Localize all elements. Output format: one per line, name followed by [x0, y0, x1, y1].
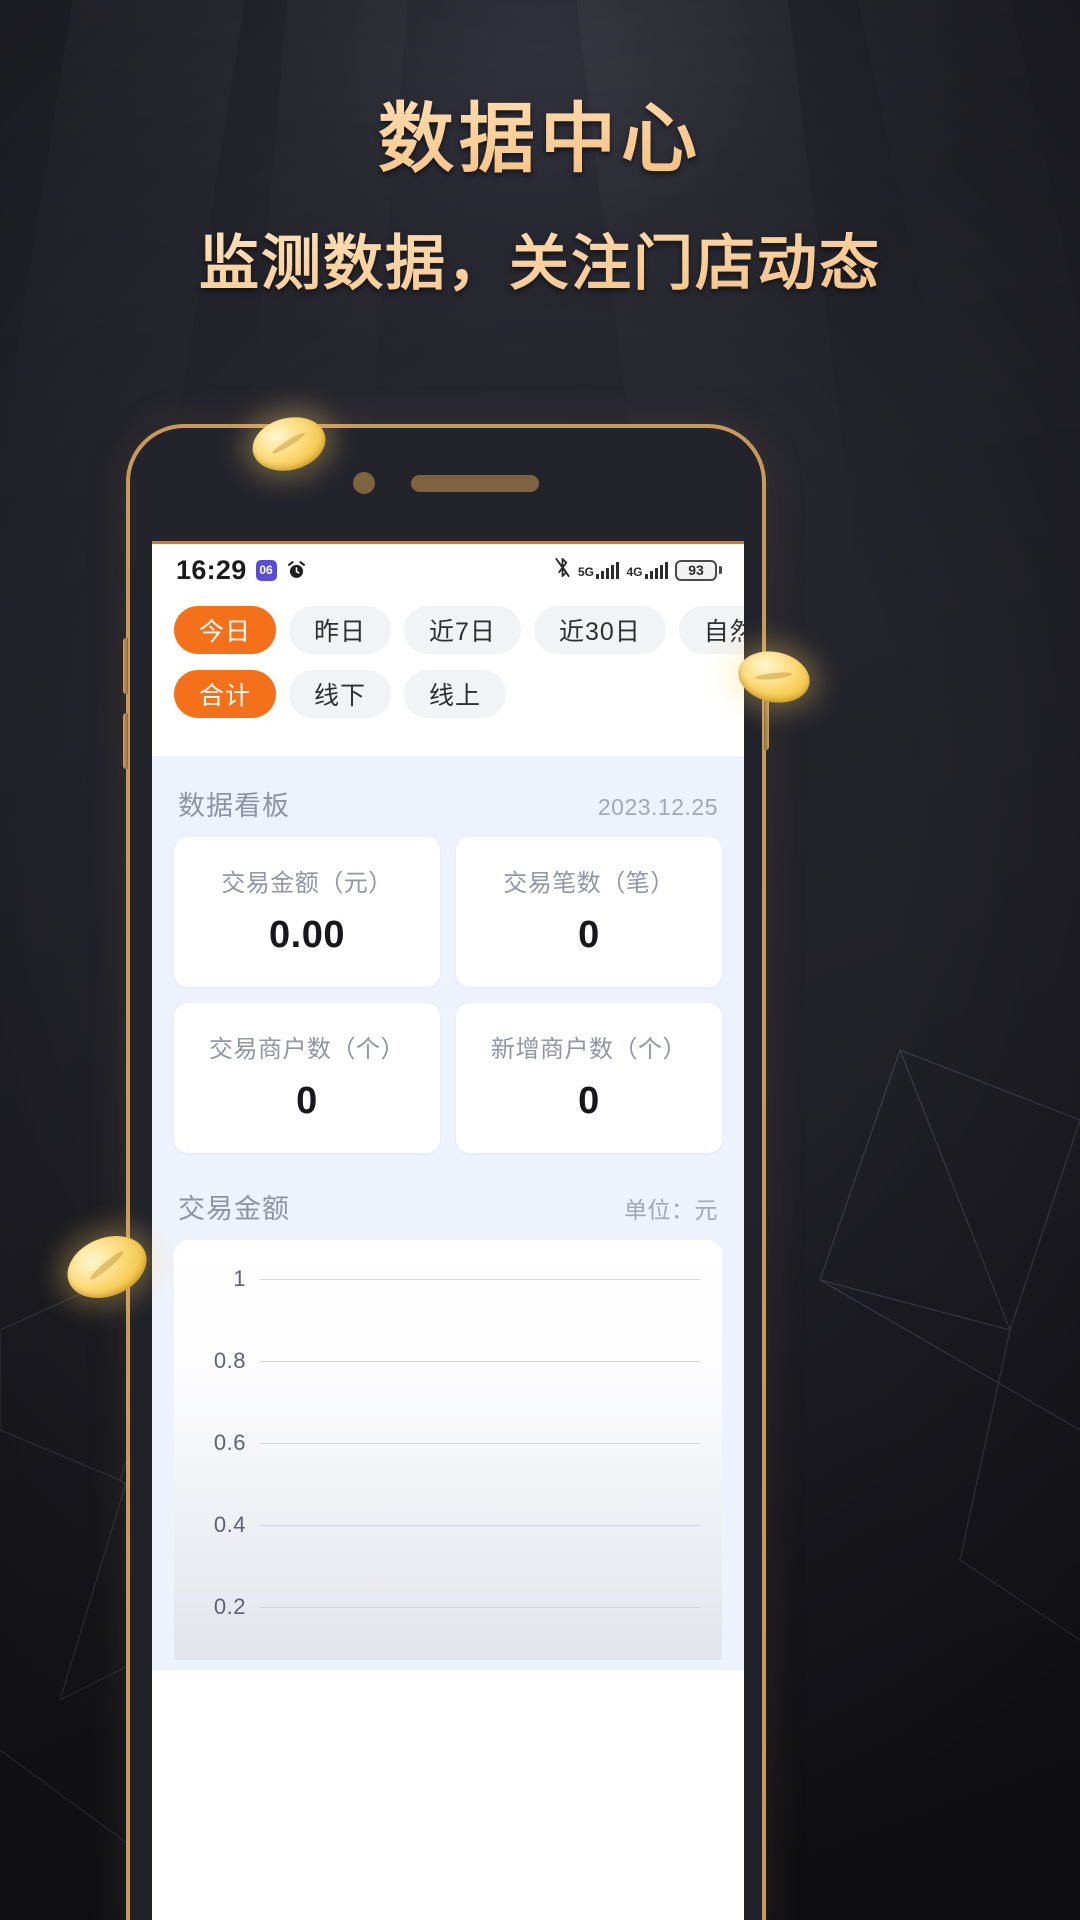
promo-headings: 数据中心 监测数据，关注门店动态 — [0, 0, 1080, 302]
metric-card-transaction-count[interactable]: 交易笔数（笔） 0 — [456, 837, 722, 987]
y-axis-tick: 0.6 — [213, 1430, 246, 1455]
metric-label: 交易金额（元） — [221, 870, 393, 897]
status-time: 16:29 — [176, 554, 247, 585]
metric-value: 0 — [296, 1080, 318, 1122]
metric-label: 交易商户数（个） — [209, 1036, 405, 1063]
metric-value: 0 — [578, 914, 600, 956]
dashboard-title: 数据看板 — [178, 791, 290, 821]
dashboard-scroll-area[interactable]: 数据看板 2023.12.25 交易金额（元） 0.00 交易笔数（笔） 0 交… — [152, 756, 744, 1670]
phone-mockup: 16:29 06 5G 4G 93 今日 昨日 近7日 近30日 自 合计 线下… — [123, 424, 769, 1920]
channel-tab-row: 合计 线下 线上 — [152, 670, 744, 718]
gridline — [260, 1360, 700, 1362]
metric-label: 交易笔数（笔） — [503, 870, 675, 897]
promo-stage: 数据中心 监测数据，关注门店动态 16:29 06 5G 4G 93 今日 昨日… — [0, 0, 1080, 1920]
metric-card-trading-merchants[interactable]: 交易商户数（个） 0 — [174, 1003, 440, 1153]
tab-yesterday[interactable]: 昨日 — [289, 606, 392, 654]
status-bar-left: 16:29 06 — [176, 555, 307, 586]
chart-header: 交易金额 单位：元 — [152, 1153, 744, 1240]
signal-bars — [644, 561, 668, 579]
phone-screen: 16:29 06 5G 4G 93 今日 昨日 近7日 近30日 自 合计 线下… — [152, 541, 744, 1920]
metric-card-transaction-amount[interactable]: 交易金额（元） 0.00 — [174, 837, 440, 987]
chart-unit-label: 单位：元 — [624, 1197, 718, 1223]
front-camera-icon — [353, 472, 375, 494]
chart-gridline-row: 0.8 — [194, 1348, 700, 1374]
sim2-network-label: 4G — [626, 564, 643, 579]
earpiece-speaker — [411, 474, 539, 492]
y-axis-tick: 0.4 — [213, 1512, 246, 1537]
battery-cap — [719, 566, 722, 574]
tab-online[interactable]: 线上 — [404, 670, 507, 718]
signal-sim1-icon: 5G — [577, 561, 620, 579]
metric-value: 0 — [578, 1080, 600, 1122]
chart-gridline-row: 0.6 — [194, 1430, 700, 1456]
chart-gridline-row: 0.4 — [194, 1512, 700, 1538]
dashboard-date: 2023.12.25 — [597, 794, 718, 820]
tab-calendar-month[interactable]: 自然月 — [678, 606, 744, 654]
metric-card-grid: 交易金额（元） 0.00 交易笔数（笔） 0 交易商户数（个） 0 新增商户数（… — [152, 837, 744, 1153]
sim1-network-label: 5G — [577, 564, 594, 579]
status-bar-right: 5G 4G 93 — [554, 557, 722, 583]
chart-title: 交易金额 — [178, 1194, 290, 1224]
gridline — [260, 1606, 700, 1608]
chart-gridline-row: 1 — [194, 1266, 700, 1292]
battery-level-text: 93 — [675, 559, 717, 581]
tab-total[interactable]: 合计 — [174, 670, 277, 718]
tab-offline[interactable]: 线下 — [289, 670, 392, 718]
battery-icon: 93 — [675, 559, 722, 581]
tab-last-7-days[interactable]: 近7日 — [404, 606, 521, 654]
gridline — [260, 1524, 700, 1526]
y-axis-tick: 0.2 — [213, 1594, 246, 1619]
alarm-clock-icon — [286, 560, 307, 581]
app-badge-icon: 06 — [255, 559, 277, 581]
transaction-amount-chart[interactable]: 1 0.8 0.6 0.4 0.2 — [174, 1240, 722, 1660]
y-axis-tick: 0.8 — [213, 1348, 246, 1373]
chart-gridline-row: 0.2 — [194, 1594, 700, 1620]
metric-label: 新增商户数（个） — [491, 1036, 687, 1063]
metric-card-new-merchants[interactable]: 新增商户数（个） 0 — [456, 1003, 722, 1153]
signal-sim2-icon: 4G — [626, 561, 668, 579]
y-axis-tick: 1 — [233, 1266, 246, 1291]
period-tab-row: 今日 昨日 近7日 近30日 自然月 — [152, 606, 744, 654]
bluetooth-off-icon — [554, 557, 571, 583]
chart-plot-area: 1 0.8 0.6 0.4 0.2 — [194, 1266, 700, 1660]
tab-today[interactable]: 今日 — [174, 606, 277, 654]
filter-section: 今日 昨日 近7日 近30日 自然月 合计 线下 线上 — [152, 596, 744, 756]
status-bar: 16:29 06 5G 4G 93 — [152, 544, 744, 596]
gridline — [260, 1442, 700, 1444]
signal-bars — [595, 561, 620, 579]
metric-value: 0.00 — [269, 914, 345, 956]
page-subtitle: 监测数据，关注门店动态 — [0, 215, 1080, 302]
gridline — [260, 1278, 700, 1280]
phone-notch — [130, 472, 762, 494]
tab-last-30-days[interactable]: 近30日 — [533, 606, 666, 654]
page-title: 数据中心 — [0, 96, 1080, 181]
dashboard-header: 数据看板 2023.12.25 — [152, 756, 744, 837]
